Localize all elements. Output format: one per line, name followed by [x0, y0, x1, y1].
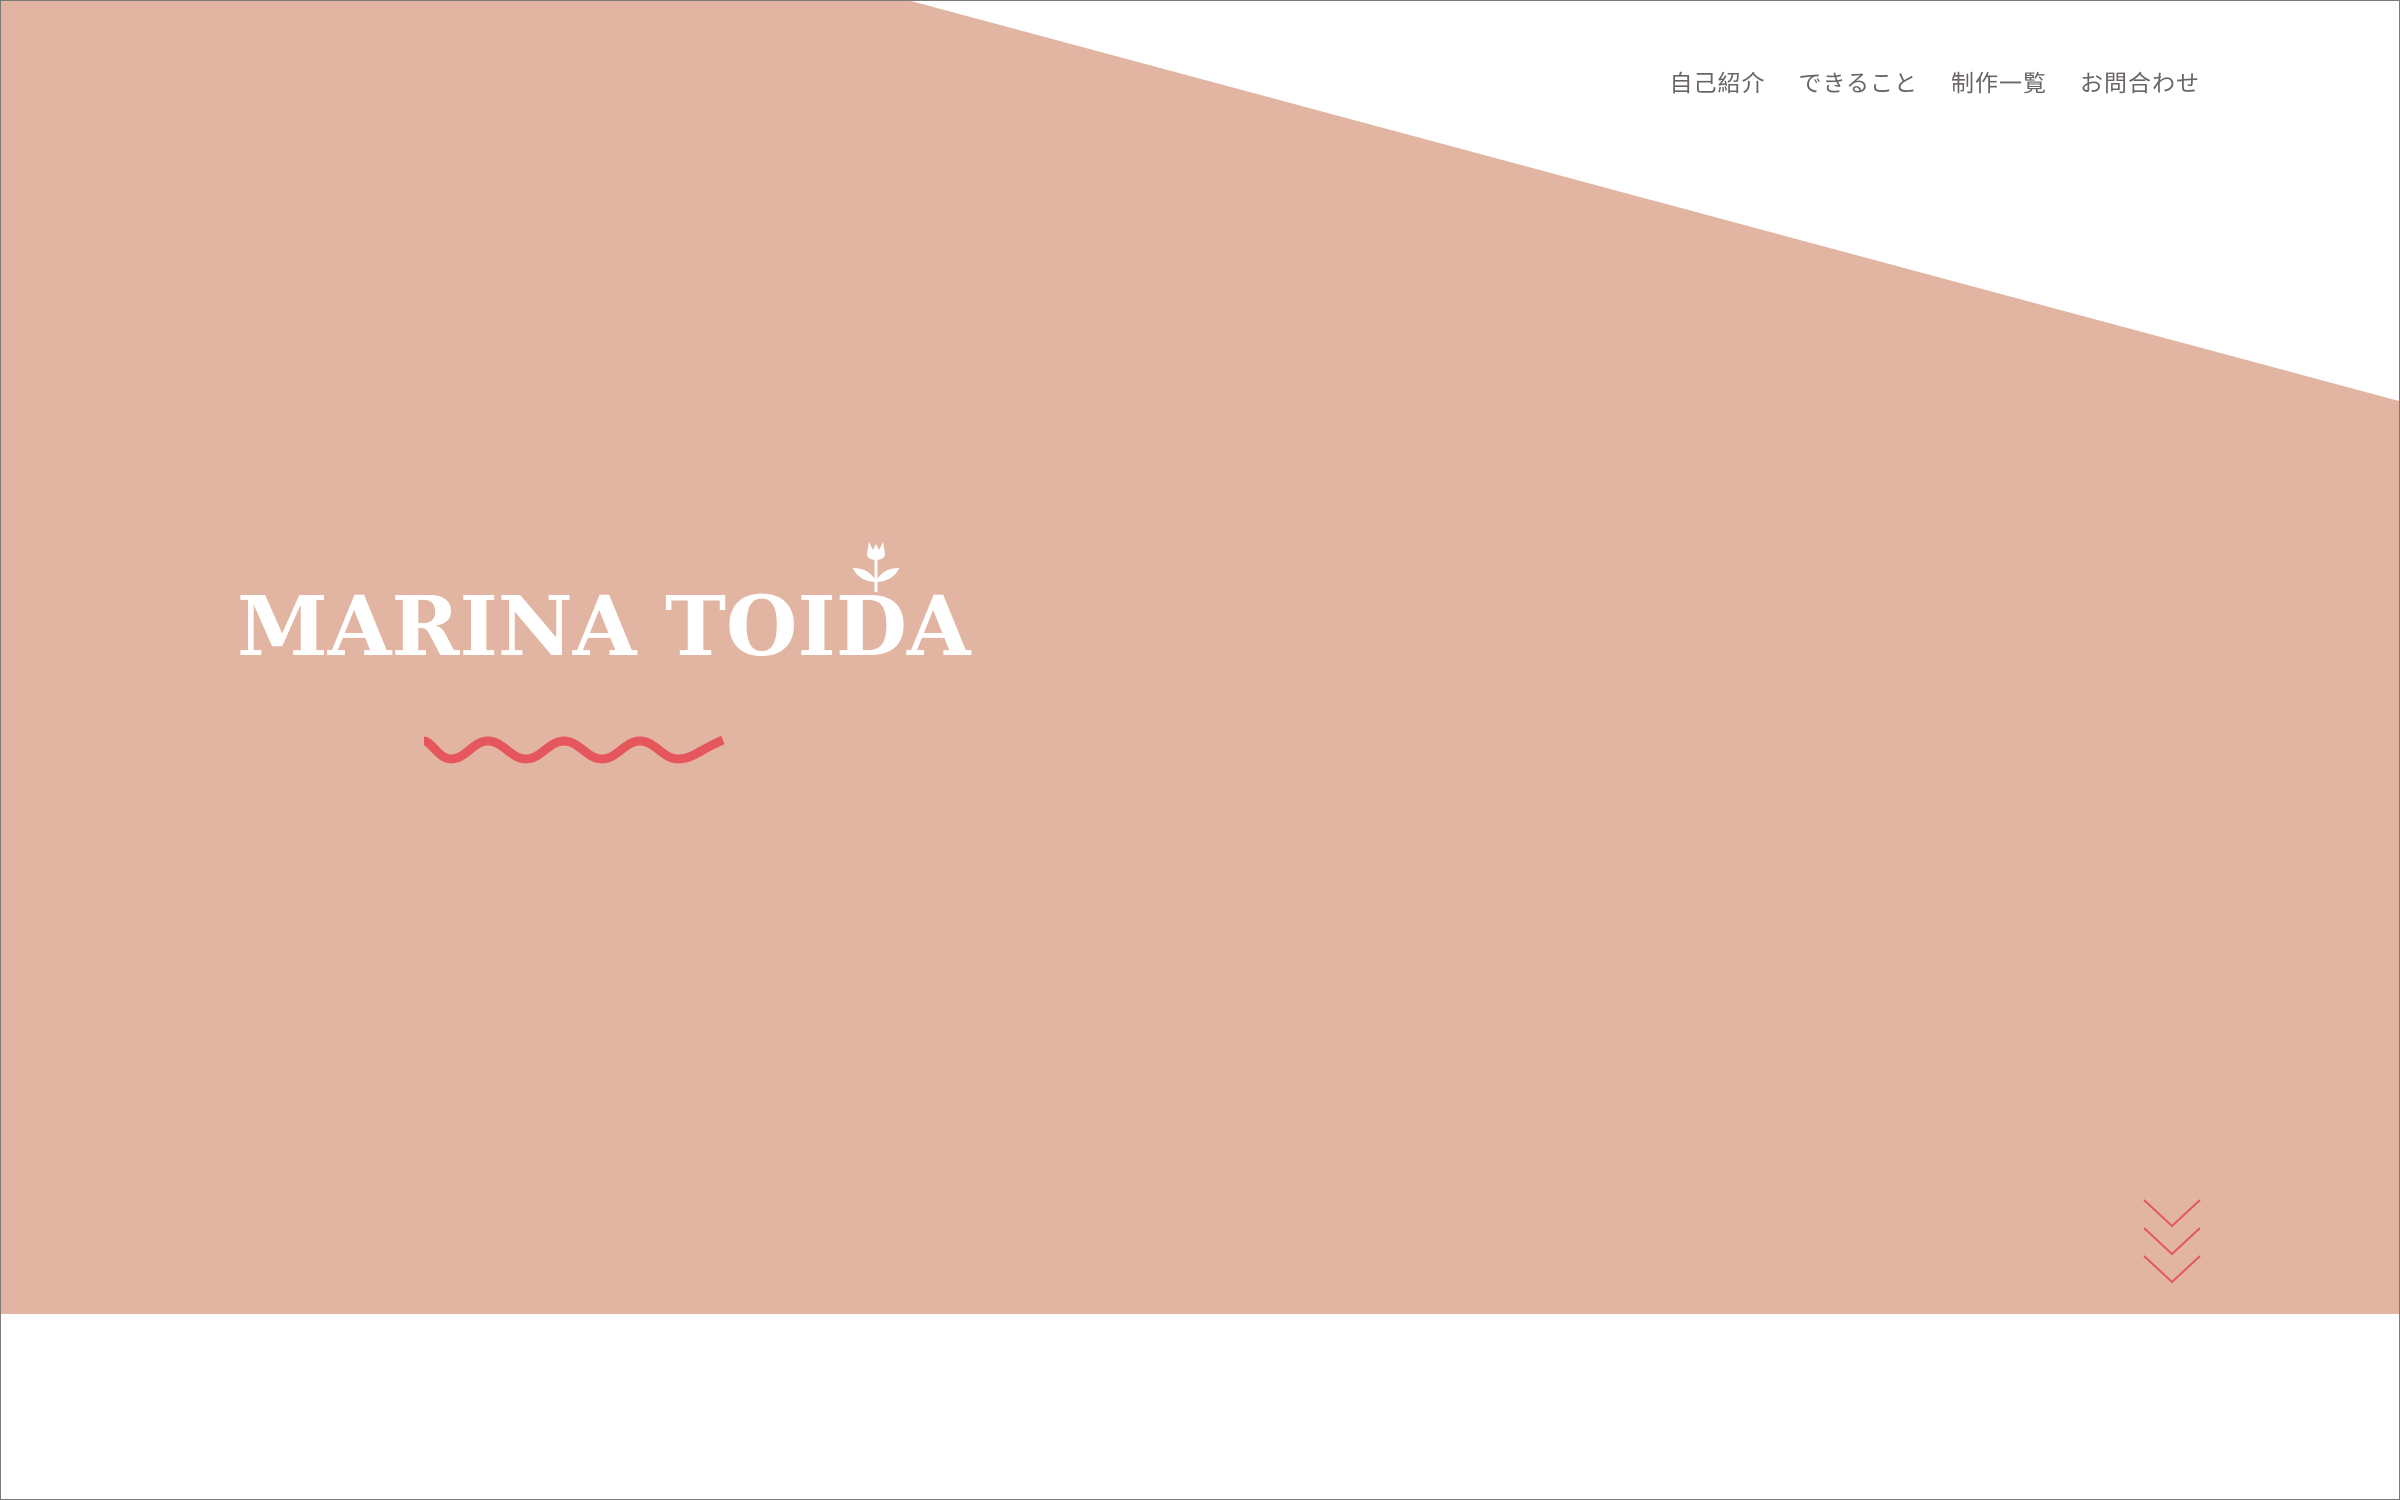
wave-icon — [422, 735, 725, 764]
main-nav: 自己紹介 できること 制作一覧 お問合わせ — [1669, 67, 2200, 101]
chevron-down-icon[interactable] — [2142, 1198, 2202, 1286]
site-logo[interactable]: MARINA TOIDA — [237, 538, 971, 668]
logo-text: MARINA TOIDA — [237, 579, 971, 675]
nav-item-works[interactable]: 制作一覧 — [1951, 67, 2047, 101]
nav-item-services[interactable]: できること — [1798, 67, 1918, 101]
page: 自己紹介 できること 制作一覧 お問合わせ MARINA TOIDA — [0, 0, 2400, 1500]
nav-item-contact[interactable]: お問合わせ — [2080, 67, 2200, 101]
nav-item-about[interactable]: 自己紹介 — [1669, 67, 1765, 101]
